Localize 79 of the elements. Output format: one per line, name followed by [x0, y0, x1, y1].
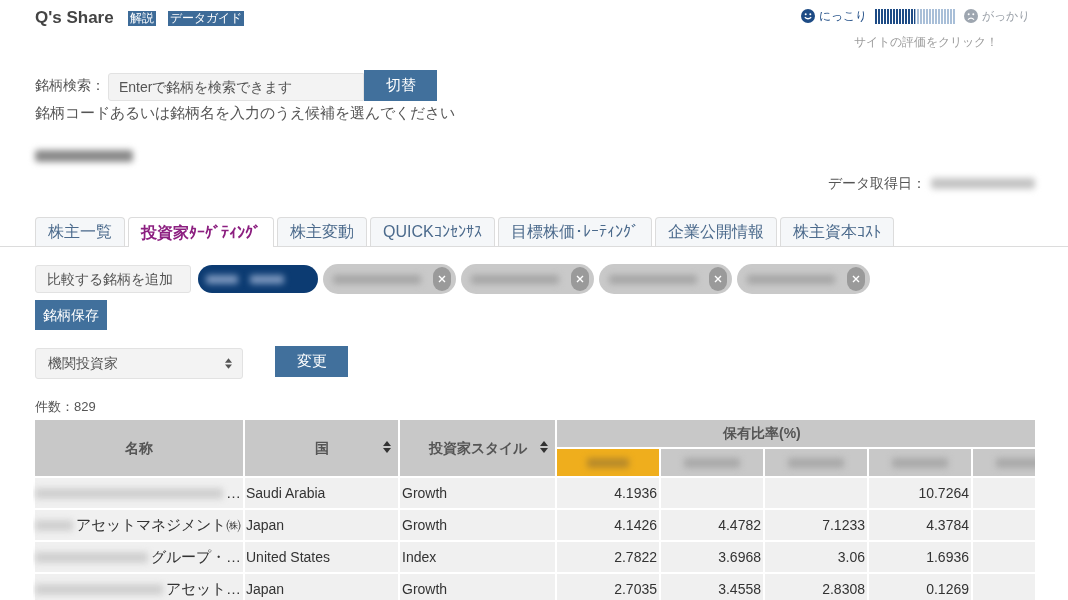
bad-rating-label[interactable]: がっかり [982, 7, 1030, 25]
group-header: 保有比率(%) [557, 420, 1035, 447]
investor-name: アセット… [166, 578, 241, 599]
column-header[interactable]: 投資家スタイル [400, 420, 555, 476]
table-cell: 4.1936 [557, 478, 659, 508]
remove-button[interactable] [847, 267, 865, 291]
close-icon [438, 275, 446, 283]
smiley-face-icon[interactable] [801, 9, 815, 23]
table-cell: 3.6968 [661, 542, 763, 572]
table-cell: 10.7264 [869, 478, 971, 508]
table-cell: 2.7035 [557, 574, 659, 600]
column-title: 国 [314, 438, 329, 458]
table-cell: 3.06 [765, 542, 867, 572]
switch-button[interactable]: 切替 [364, 70, 437, 101]
stock-chip[interactable] [198, 265, 318, 293]
data-date-label: データ取得日： [828, 173, 926, 193]
table-cell: 2.8308 [765, 574, 867, 600]
redacted-text [892, 457, 948, 468]
investor-name: アセットマネジメント㈱ [76, 514, 241, 535]
search-hint: 銘柄コードあるいは銘柄名を入力のうえ候補を選んでください [35, 102, 455, 123]
tab[interactable]: 投資家ﾀｰｹﾞﾃｨﾝｸﾞ [128, 217, 274, 247]
remove-button[interactable] [709, 267, 727, 291]
compare-column-header[interactable] [557, 449, 659, 476]
sad-face-icon[interactable] [964, 9, 978, 23]
sort-icon[interactable] [540, 441, 548, 453]
table-cell: Index [400, 542, 555, 572]
add-stock-button[interactable]: 比較する銘柄を追加 [35, 265, 191, 293]
table-cell: 4.1426 [557, 510, 659, 540]
rating-meter[interactable] [875, 8, 955, 24]
tab[interactable]: 企業公開情報 [654, 217, 777, 246]
remove-button[interactable] [433, 267, 451, 291]
column-header[interactable]: 国 [245, 420, 398, 476]
table-cell: United States [245, 542, 398, 572]
close-icon [852, 275, 860, 283]
table-cell: Saudi Arabia [245, 478, 398, 508]
table-cell: 7.1233 [765, 510, 867, 540]
redacted-text [788, 457, 844, 468]
tab[interactable]: 目標株価･ﾚｰﾃｨﾝｸﾞ [497, 217, 652, 246]
table-cell: 1.6936 [869, 542, 971, 572]
redacted-text [35, 519, 73, 531]
table-cell: Growth [400, 478, 555, 508]
tab[interactable]: 株主変動 [277, 217, 367, 246]
redacted-text [206, 274, 238, 284]
guide-link[interactable]: データガイド [167, 10, 244, 26]
search-field[interactable]: Enterで銘柄を検索できます [108, 73, 364, 101]
table-cell: Growth [400, 574, 555, 600]
redacted-text [587, 457, 629, 468]
investor-name: … [226, 482, 241, 503]
updown-triangles-icon [225, 358, 232, 369]
sort-icon[interactable] [383, 441, 391, 453]
table-cell: 2.7822 [557, 542, 659, 572]
column-title: 名称 [125, 438, 153, 458]
table-cell: 3.4558 [661, 574, 763, 600]
tab[interactable]: QUICKｺﾝｾﾝｻｽ [370, 217, 495, 246]
good-rating-label[interactable]: にっこり [819, 7, 867, 25]
save-stocks-button[interactable]: 銘柄保存 [35, 300, 107, 330]
investor-type-select[interactable]: 機関投資家 [35, 348, 243, 379]
table-cell: 4.4782 [661, 510, 763, 540]
table-cell: 0.1269 [869, 574, 971, 600]
rating-caption: サイトの評価をクリック！ [852, 34, 998, 51]
guide-link[interactable]: 解説 [127, 10, 156, 26]
tab[interactable]: 株主一覧 [35, 217, 125, 246]
table-cell: Japan [245, 510, 398, 540]
remove-button[interactable] [571, 267, 589, 291]
search-label: 銘柄検索： [35, 76, 106, 95]
close-icon [576, 275, 584, 283]
investor-name: グループ・… [151, 546, 241, 567]
table-cell: 4.3784 [869, 510, 971, 540]
tab[interactable]: 株主資本ｺｽﾄ [779, 217, 894, 246]
column-title: 投資家スタイル [428, 438, 527, 458]
redacted-text [250, 274, 284, 284]
redacted-text [684, 457, 740, 468]
change-button[interactable]: 変更 [275, 346, 348, 377]
result-count: 件数：829 [35, 398, 96, 417]
redacted-text [996, 457, 1035, 468]
close-icon [714, 275, 722, 283]
table-cell: Growth [400, 510, 555, 540]
table-cell: Japan [245, 574, 398, 600]
site-title[interactable]: Q's Share [35, 5, 114, 31]
